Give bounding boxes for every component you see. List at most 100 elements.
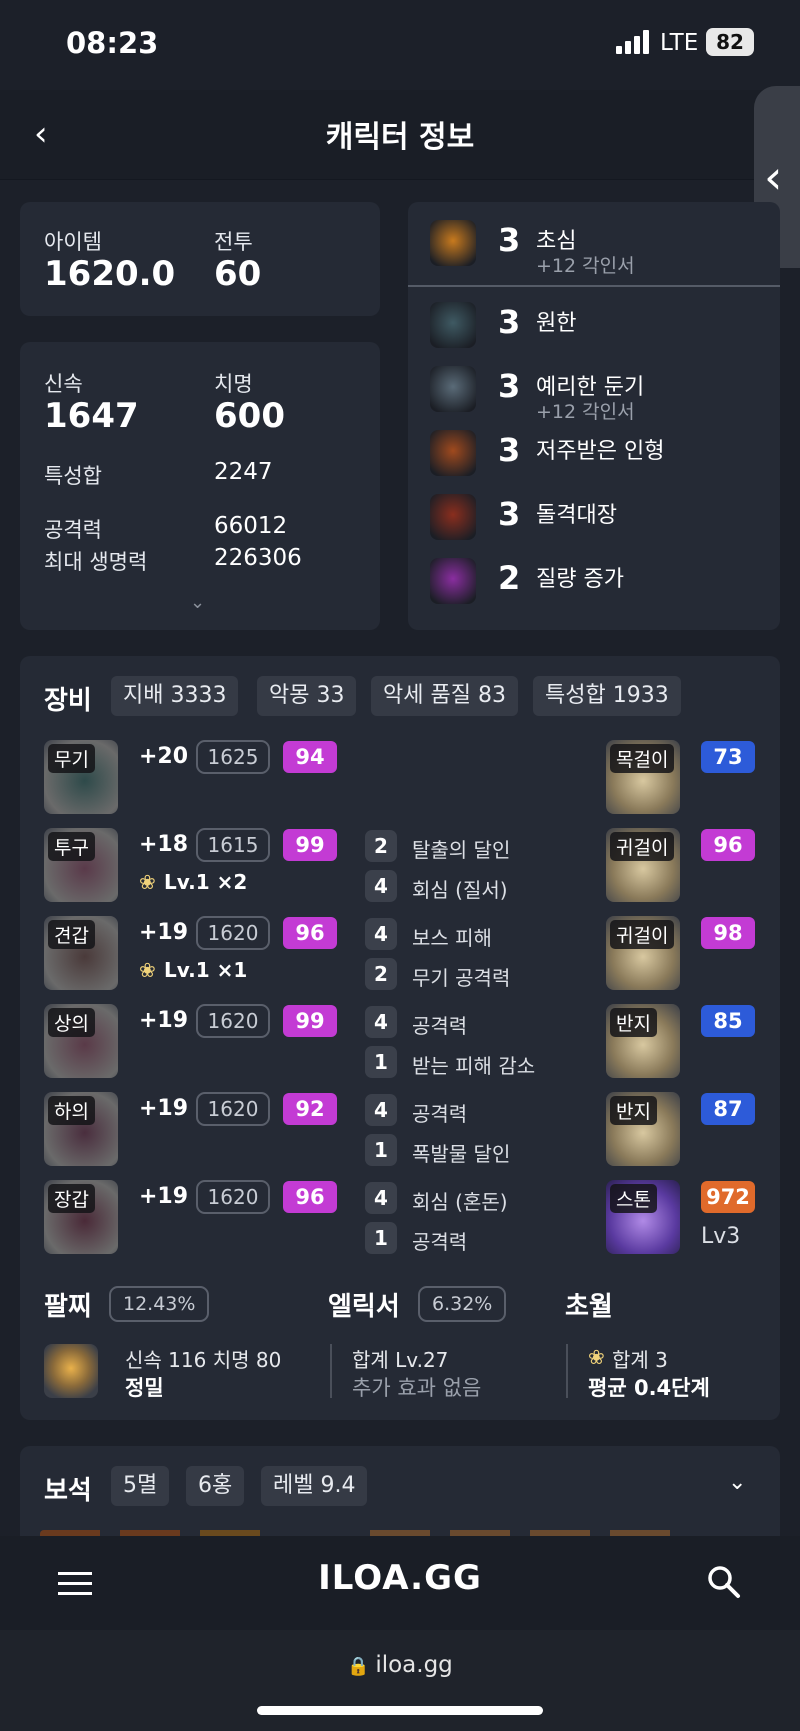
engraving-grudge-icon [430,302,476,348]
gear-elixir-level: Lv.1 ×2 [164,870,248,894]
engraving-divider [408,285,780,287]
bracelet-percent: 12.43% [109,1286,210,1322]
accessory-slot[interactable]: 목걸이 [606,740,680,814]
elixir-extra: 추가 효과 없음 [352,1376,482,1400]
gear-slot[interactable]: 무기 [44,740,118,814]
combat-level-label: 전투 [214,230,253,254]
speed-label: 신속 [44,372,83,396]
accessory-slot-label: 스톤 [610,1184,657,1213]
elixir-option-name: 탈출의 달인 [412,838,511,862]
engraving-level: 3 [498,221,521,259]
attack-label: 공격력 [44,518,102,542]
gear-slot-label: 무기 [48,744,95,773]
gear-slot-label: 견갑 [48,920,95,949]
elixir-option-name: 공격력 [412,1230,468,1254]
accessory-slot-label: 반지 [610,1008,657,1037]
gems-expand-chevron-icon[interactable]: ⌄ [728,1470,746,1495]
gear-item-level: 1620 [196,1004,270,1038]
elixir-option-name: 회심 (질서) [412,878,508,902]
gear-enhance: +19 [139,1184,189,1209]
gear-enhance: +18 [139,832,189,857]
engraving-level: 3 [498,431,521,469]
accessory-slot[interactable]: 귀걸이 [606,916,680,990]
engraving-keen-blunt-icon [430,366,476,412]
battery-icon: 82 [706,28,754,56]
search-icon[interactable] [706,1564,742,1600]
gear-slot[interactable]: 장갑 [44,1180,118,1254]
accessory-slot[interactable]: 반지 [606,1092,680,1166]
transcend-average: 평균 0.4단계 [588,1376,710,1400]
engraving-row[interactable]: 3 저주받은 인형 [410,425,790,485]
bracelet-icon[interactable] [44,1344,98,1398]
elixir-option-level: 4 [365,870,397,902]
engraving-row[interactable]: 3 원한 [410,297,790,357]
elixir-option-level: 1 [365,1222,397,1254]
transcend-flame-icon: ❀ [588,1345,605,1369]
elixir-total: 합계 Lv.27 [352,1348,449,1372]
accessory-slot[interactable]: 스톤 [606,1180,680,1254]
item-level-value: 1620.0 [44,254,176,294]
gear-quality: 99 [283,829,337,861]
hp-value: 226306 [214,545,302,571]
engraving-row[interactable]: 3 돌격대장 [410,489,790,549]
engraving-book: +12 각인서 [536,401,635,423]
engraving-row[interactable]: 3 초심 +12 각인서 [410,215,790,277]
equipment-title: 장비 [44,686,92,716]
home-indicator[interactable] [257,1706,543,1715]
engraving-row[interactable]: 3 예리한 둔기 +12 각인서 [410,361,790,423]
elixir-option-name: 폭발물 달인 [412,1142,511,1166]
gear-slot[interactable]: 상의 [44,1004,118,1078]
engraving-name: 저주받은 인형 [536,439,665,464]
elixir-option-level: 4 [365,1182,397,1214]
elixir-option-level: 4 [365,1094,397,1126]
elixir-option-level: 2 [365,830,397,862]
elixir-option-level: 2 [365,958,397,990]
gem-chip: 레벨 9.4 [261,1466,368,1506]
elixir-option-level: 4 [365,1006,397,1038]
engraving-raid-captain-icon [430,494,476,540]
gear-slot[interactable]: 견갑 [44,916,118,990]
combat-level-value: 60 [214,254,262,294]
expand-chevron-icon[interactable]: ⌄ [190,592,205,613]
elixir-option-name: 무기 공격력 [412,966,511,990]
gem-chip: 6홍 [186,1466,245,1506]
elixir-option-name: 회심 (혼돈) [412,1190,508,1214]
gear-item-level: 1620 [196,916,270,950]
lock-icon: 🔒 [347,1656,376,1677]
crit-value: 600 [214,396,285,436]
gear-slot-label: 장갑 [48,1184,95,1213]
set-chip: 지배 3333 [111,676,239,716]
page-title: 캐릭터 정보 [325,120,475,155]
gear-slot[interactable]: 하의 [44,1092,118,1166]
item-level-label: 아이템 [44,230,102,254]
gear-quality: 99 [283,1005,337,1037]
engraving-row[interactable]: 2 질량 증가 [410,553,790,613]
summary-card: 아이템 1620.0 전투 60 [20,202,380,316]
engraving-level: 2 [498,559,521,597]
accessory-quality: 96 [701,829,755,861]
elixir-title: 엘릭서 [328,1292,400,1322]
gear-slot-label: 하의 [48,1096,95,1125]
url-text[interactable]: 🔒 iloa.gg [0,1652,800,1678]
site-logo[interactable]: ILOA.GG [0,1558,800,1598]
accessory-slot-label: 반지 [610,1096,657,1125]
engraving-name: 돌격대장 [536,503,617,528]
accessory-quality: 87 [701,1093,755,1125]
gear-quality: 92 [283,1093,337,1125]
engraving-level: 3 [498,495,521,533]
elixir-option-name: 공격력 [412,1014,468,1038]
network-label: LTE [660,30,699,56]
accessory-quality: 73 [701,741,755,773]
elixir-option-name: 받는 피해 감소 [412,1054,536,1078]
engraving-book: +12 각인서 [536,255,635,277]
gear-slot[interactable]: 투구 [44,828,118,902]
gear-elixir-level: Lv.1 ×1 [164,958,248,982]
elixir-flame-icon: ❀ [139,958,156,982]
gear-enhance: +19 [139,920,189,945]
accessory-slot-label: 귀걸이 [610,832,675,861]
speed-value: 1647 [44,396,139,436]
accessory-slot[interactable]: 반지 [606,1004,680,1078]
bracelet-title: 팔찌 [44,1292,92,1322]
gear-item-level: 1615 [196,828,270,862]
accessory-slot[interactable]: 귀걸이 [606,828,680,902]
